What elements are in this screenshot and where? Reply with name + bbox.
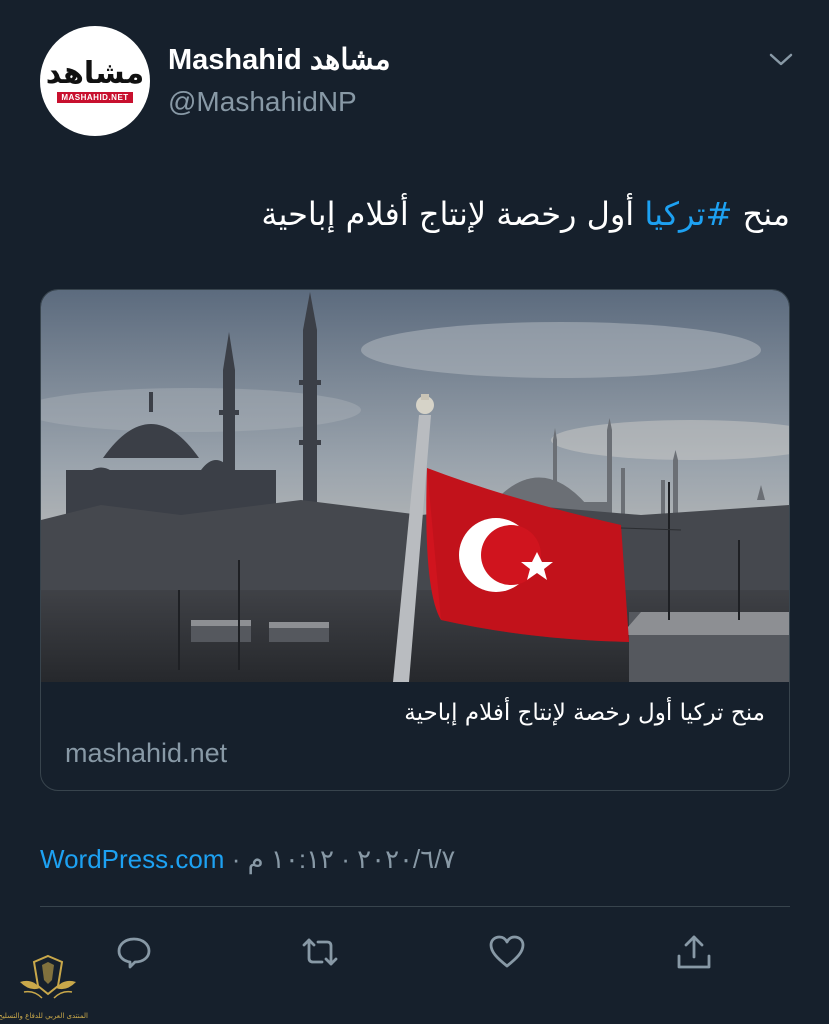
retweet-icon[interactable] — [300, 932, 340, 972]
meta-separator-1: · — [231, 844, 241, 874]
tweet-text-prefix: منح — [732, 195, 790, 233]
author-display-name[interactable]: Mashahid مشاهد — [168, 42, 391, 77]
avatar[interactable]: مشاهد MASHAHID.NET — [40, 26, 150, 136]
reply-icon[interactable] — [114, 932, 154, 972]
source-link[interactable]: WordPress.com — [40, 844, 224, 874]
tweet-date: ٢٠٢٠/٦/٧ — [357, 844, 456, 874]
card-domain: mashahid.net — [65, 738, 228, 768]
watermark-emblem-icon — [20, 954, 76, 999]
tweet-text: منح #تركيا أول رخصة لإنتاج أفلام إباحية — [40, 188, 790, 240]
card-image — [41, 290, 789, 682]
author-handle[interactable]: @MashahidNP — [168, 86, 357, 118]
link-card[interactable]: منح تركيا أول رخصة لإنتاج أفلام إباحية m… — [40, 289, 790, 791]
like-icon[interactable] — [487, 932, 527, 972]
chevron-down-icon[interactable] — [766, 48, 796, 72]
hashtag-link[interactable]: #تركيا — [644, 195, 732, 233]
tweet-text-suffix: أول رخصة لإنتاج أفلام إباحية — [261, 195, 645, 233]
avatar-logo-subtext: MASHAHID.NET — [57, 92, 133, 103]
divider — [40, 906, 790, 907]
tweet-meta: WordPress.com · ٢٠٢٠/٦/٧ · ١٠:١٢ م — [40, 844, 455, 875]
share-icon[interactable] — [674, 932, 714, 972]
tweet-time: ١٠:١٢ م — [247, 844, 335, 874]
card-title: منح تركيا أول رخصة لإنتاج أفلام إباحية — [404, 700, 765, 726]
watermark: المنتدى العربي للدفاع والتسليح — [0, 952, 88, 1024]
watermark-text: المنتدى العربي للدفاع والتسليح — [0, 1012, 88, 1020]
meta-separator-2: · — [341, 844, 350, 874]
avatar-logo-text: مشاهد — [45, 56, 145, 91]
